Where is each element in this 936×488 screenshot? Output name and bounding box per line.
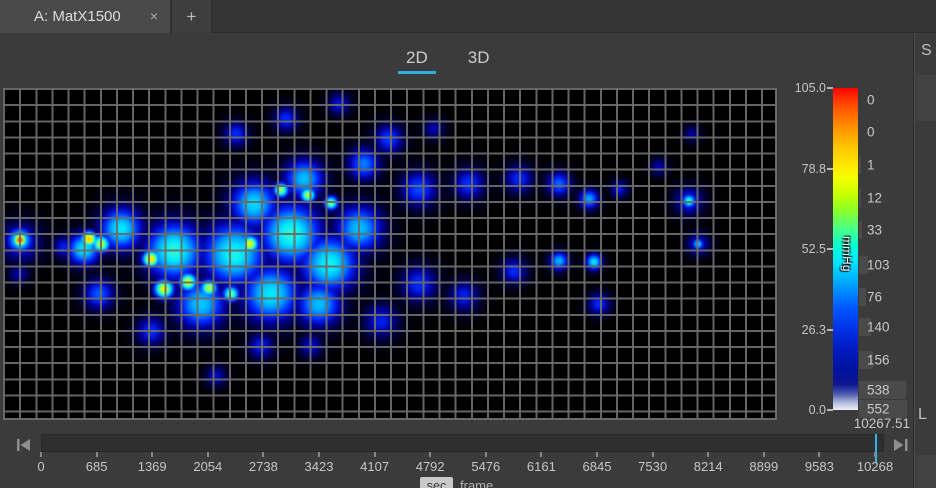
timeline-tick-mark (485, 452, 487, 457)
pressure-total-value: 10267.51 (820, 416, 910, 431)
timeline-tick-label: 7530 (638, 459, 667, 474)
timeline-track[interactable] (41, 434, 884, 452)
colorbar-tick-mark (827, 409, 833, 411)
skip-to-end-icon[interactable] (892, 437, 910, 453)
timeline-tick-label: 8899 (749, 459, 778, 474)
timeline-tick-mark (151, 452, 153, 457)
timeline-tick-label: 9583 (805, 459, 834, 474)
timeline-tick-label: 2738 (249, 459, 278, 474)
histogram-count: 538 (867, 383, 890, 398)
tab-bar: A: MatX1500 × + (0, 0, 936, 33)
unit-frame-button[interactable]: frame (460, 478, 493, 488)
timeline-tick-mark (707, 452, 709, 457)
histogram-bar (859, 288, 866, 306)
colorbar-tick-label: 0.0 (786, 403, 826, 417)
pressure-heatmap[interactable] (3, 88, 777, 420)
colorbar-tick-mark (827, 168, 833, 170)
tab-3d[interactable]: 3D (462, 46, 496, 74)
timeline-tick-label: 0 (37, 459, 44, 474)
sensor-grid-overlay (3, 88, 777, 420)
histogram-count: 0 (867, 93, 875, 108)
colorbar-tick-label: 26.3 (786, 323, 826, 337)
side-panel-block (916, 75, 936, 121)
histogram-count: 156 (867, 353, 890, 368)
timeline-tick-label: 1369 (138, 459, 167, 474)
timeline-tick-mark (262, 452, 264, 457)
plus-icon: + (187, 7, 197, 27)
histogram-count: 12 (867, 191, 882, 206)
timeline-tick-label: 4792 (416, 459, 445, 474)
side-panel-bottom-label: L (918, 406, 927, 424)
timeline-tick-label: 10268 (857, 459, 893, 474)
timeline-tick-mark (874, 452, 876, 457)
histogram-count: 33 (867, 223, 882, 238)
colorbar-tick-label: 105.0 (786, 81, 826, 95)
histogram-count: 140 (867, 320, 890, 335)
histogram-count: 552 (867, 402, 890, 417)
timeline-tick-label: 6161 (527, 459, 556, 474)
timeline-tick-mark (818, 452, 820, 457)
view-mode-toggle: 2D 3D (400, 46, 495, 74)
tab-matx1500[interactable]: A: MatX1500 × (0, 0, 170, 33)
timeline-tick-mark (540, 452, 542, 457)
timeline-tick-label: 8214 (694, 459, 723, 474)
timeline-tick-mark (207, 452, 209, 457)
colorbar-unit-label: mmHg (840, 234, 852, 274)
skip-to-start-icon[interactable] (16, 437, 34, 453)
timeline-tick-mark (318, 452, 320, 457)
timeline-tick-mark (763, 452, 765, 457)
timeline-tick-label: 4107 (360, 459, 389, 474)
timeline-tick-label: 3423 (305, 459, 334, 474)
timeline-tick-mark (40, 452, 42, 457)
timeline-tick-mark (429, 452, 431, 457)
colorbar-tick-mark (827, 329, 833, 331)
timeline-tick-mark (96, 452, 98, 457)
panel-divider (913, 33, 915, 488)
histogram-bar (859, 189, 861, 207)
tab-2d[interactable]: 2D (400, 46, 434, 74)
histogram-bar (859, 156, 861, 174)
colorbar-tick-label: 52.5 (786, 242, 826, 256)
timeline-tick-label: 6845 (583, 459, 612, 474)
pressure-map-app: A: MatX1500 × + 2D 3D 105.0 78.8 52.5 26.3 0… (0, 0, 936, 488)
colorbar-tick-mark (827, 248, 833, 250)
timeline-tick-label: 5476 (471, 459, 500, 474)
timeline-tick-mark (374, 452, 376, 457)
colorbar-tick-label: 78.8 (786, 162, 826, 176)
histogram-bar (859, 221, 862, 239)
close-icon[interactable]: × (150, 8, 158, 24)
timeline-tick-mark (596, 452, 598, 457)
unit-sec-button[interactable]: sec (420, 477, 453, 488)
histogram-count: 103 (867, 258, 890, 273)
timeline-tick-mark (652, 452, 654, 457)
histogram-count: 0 (867, 125, 875, 140)
side-panel-top-label: S (921, 42, 932, 60)
timeline-tick-label: 2054 (193, 459, 222, 474)
side-panel-block (916, 455, 936, 488)
colorbar-tick-mark (827, 87, 833, 89)
tab-label: A: MatX1500 (34, 8, 121, 25)
histogram-count: 76 (867, 290, 882, 305)
histogram-count: 1 (867, 158, 875, 173)
timeline-tick-label: 685 (86, 459, 108, 474)
new-tab-button[interactable]: + (171, 0, 212, 33)
